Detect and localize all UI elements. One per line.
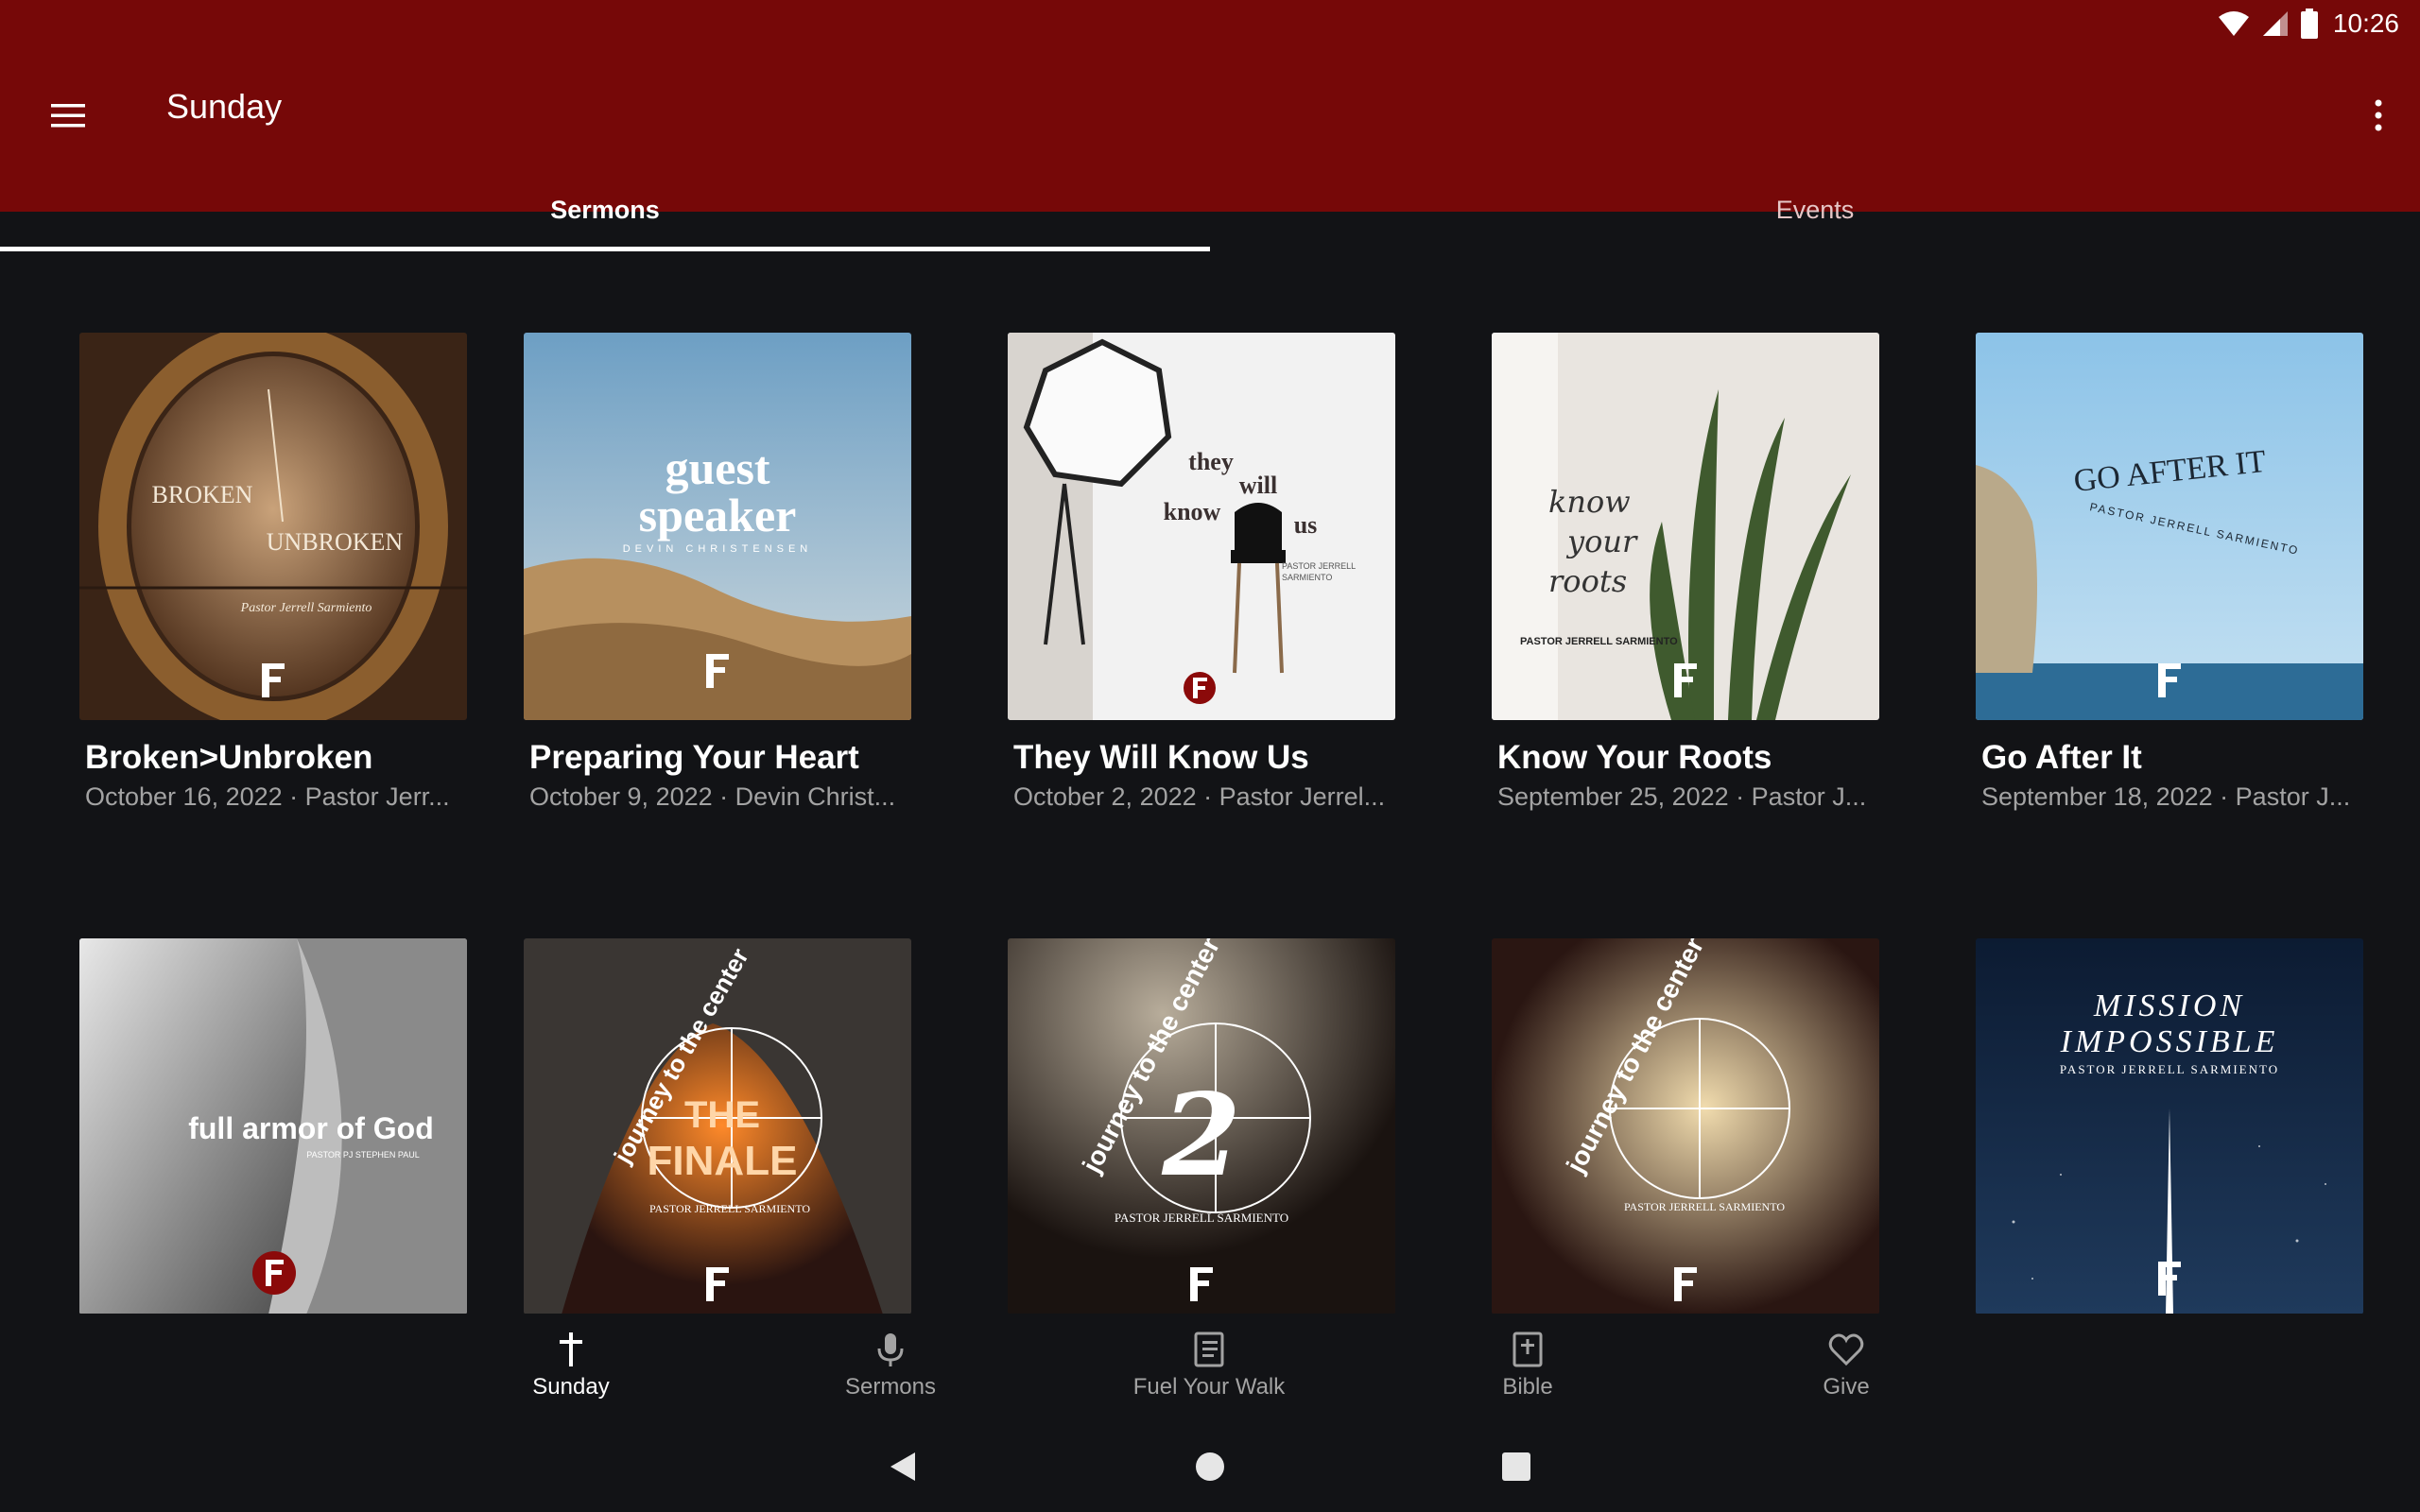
book-icon bbox=[1194, 1332, 1224, 1367]
sermon-artwork: know your roots PASTOR JERRELL SARMIENTO bbox=[1492, 333, 1879, 720]
sermon-card[interactable]: journey to the center THE FINALE PASTOR … bbox=[524, 938, 911, 1314]
art-text: PASTOR JERRELL SARMIENTO bbox=[1115, 1211, 1288, 1225]
sermon-card[interactable]: they will know us PASTOR JERRELL SARMIEN… bbox=[1008, 333, 1395, 812]
nav-label: Bible bbox=[1502, 1374, 1553, 1400]
heart-icon bbox=[1828, 1333, 1864, 1366]
art-text: roots bbox=[1548, 563, 1627, 599]
tab-indicator bbox=[0, 247, 1210, 251]
sermon-artwork: journey to the center THE FINALE PASTOR … bbox=[524, 938, 911, 1314]
battery-icon bbox=[2300, 9, 2318, 39]
art-text: PASTOR JERRELL SARMIENTO bbox=[1520, 636, 1678, 647]
app-bar: Sunday bbox=[0, 45, 2420, 212]
art-text: UNBROKEN bbox=[267, 528, 404, 556]
sermon-card[interactable]: journey to the center PASTOR JERRELL SAR… bbox=[1492, 938, 1879, 1314]
sermon-subtitle: October 16, 2022 · Pastor Jerr... bbox=[85, 782, 450, 811]
sermon-card[interactable]: MISSION IMPOSSIBLE PASTOR JERRELL SARMIE… bbox=[1976, 938, 2363, 1314]
page-title: Sunday bbox=[166, 87, 283, 126]
art-text: PASTOR JERRELL SARMIENTO bbox=[1624, 1200, 1785, 1213]
bible-icon bbox=[1512, 1332, 1543, 1367]
sermon-title: Broken>Unbroken bbox=[85, 739, 373, 776]
nav-item-fuel-your-walk[interactable]: Fuel Your Walk bbox=[1105, 1314, 1313, 1418]
sermon-artwork: GO AFTER IT PASTOR JERRELL SARMIENTO bbox=[1976, 333, 2363, 720]
menu-button[interactable] bbox=[36, 83, 100, 147]
sermon-title: They Will Know Us bbox=[1013, 739, 1309, 776]
nav-label: Sermons bbox=[844, 1374, 937, 1400]
art-text: us bbox=[1294, 511, 1318, 539]
cross-icon bbox=[560, 1332, 582, 1366]
sermon-subtitle: September 18, 2022 · Pastor J... bbox=[1981, 782, 2351, 811]
art-text: know bbox=[1548, 484, 1631, 520]
system-navigation-bar bbox=[0, 1418, 2420, 1512]
sermon-card[interactable]: GO AFTER IT PASTOR JERRELL SARMIENTO Go … bbox=[1976, 333, 2363, 812]
sermon-title: Go After It bbox=[1981, 739, 2142, 776]
sermon-artwork: journey to the center 2 PASTOR JERRELL S… bbox=[1008, 938, 1395, 1314]
nav-label: Sunday bbox=[532, 1374, 610, 1400]
art-text: full armor of God bbox=[188, 1111, 434, 1145]
sermon-card[interactable]: know your roots PASTOR JERRELL SARMIENTO… bbox=[1492, 333, 1879, 812]
sermon-artwork: full armor of God PASTOR PJ STEPHEN PAUL bbox=[79, 938, 467, 1314]
nav-item-sunday[interactable]: Sunday bbox=[467, 1314, 675, 1418]
status-bar: 10:26 bbox=[0, 0, 2420, 45]
church-logo-icon bbox=[1184, 672, 1216, 704]
art-text: BROKEN bbox=[152, 481, 253, 508]
art-text: your bbox=[1565, 524, 1638, 559]
art-text: PASTOR JERRELL SARMIENTO bbox=[649, 1202, 810, 1215]
art-text: 2 bbox=[1161, 1069, 1241, 1202]
sermon-card[interactable]: BROKEN UNBROKEN Pastor Jerrell Sarmiento… bbox=[79, 333, 467, 812]
sermon-card[interactable]: full armor of God PASTOR PJ STEPHEN PAUL bbox=[79, 938, 467, 1314]
sermon-title: Know Your Roots bbox=[1497, 739, 1772, 776]
church-logo-icon bbox=[252, 1251, 296, 1295]
more-vert-icon bbox=[2375, 99, 2382, 131]
art-text: know bbox=[1164, 498, 1221, 525]
art-text: THE bbox=[684, 1094, 760, 1136]
menu-icon bbox=[51, 104, 85, 128]
sermon-artwork: BROKEN UNBROKEN Pastor Jerrell Sarmiento bbox=[79, 333, 467, 720]
more-options-button[interactable] bbox=[2346, 83, 2411, 147]
status-time: 10:26 bbox=[2332, 9, 2399, 38]
sermon-subtitle: October 2, 2022 · Pastor Jerrel... bbox=[1013, 782, 1386, 811]
art-text: speaker bbox=[639, 489, 797, 541]
sermon-artwork: guest speaker DEVIN CHRISTENSEN bbox=[524, 333, 911, 720]
art-text: MISSION bbox=[2093, 988, 2245, 1023]
back-button[interactable] bbox=[874, 1438, 931, 1495]
cell-signal-icon bbox=[2262, 11, 2288, 36]
nav-item-sermons[interactable]: Sermons bbox=[786, 1314, 994, 1418]
sermon-artwork: they will know us PASTOR JERRELL SARMIEN… bbox=[1008, 333, 1395, 720]
sermon-artwork: MISSION IMPOSSIBLE PASTOR JERRELL SARMIE… bbox=[1976, 938, 2363, 1314]
bottom-navigation: Sunday Sermons Fuel Your Walk Bible Give bbox=[0, 1314, 2420, 1418]
art-text: PASTOR PJ STEPHEN PAUL bbox=[306, 1150, 420, 1160]
nav-label: Fuel Your Walk bbox=[1132, 1374, 1286, 1400]
back-icon bbox=[890, 1452, 915, 1481]
sermon-subtitle: October 9, 2022 · Devin Christ... bbox=[529, 782, 896, 811]
sermon-subtitle: September 25, 2022 · Pastor J... bbox=[1497, 782, 1867, 811]
art-text: PASTOR JERRELL SARMIENTO bbox=[2060, 1062, 2279, 1076]
sermon-artwork: journey to the center PASTOR JERRELL SAR… bbox=[1492, 938, 1879, 1314]
sermon-card[interactable]: journey to the center 2 PASTOR JERRELL S… bbox=[1008, 938, 1395, 1314]
sermon-card[interactable]: guest speaker DEVIN CHRISTENSEN Preparin… bbox=[524, 333, 911, 812]
art-text: will bbox=[1239, 472, 1277, 499]
home-icon bbox=[1196, 1452, 1224, 1481]
art-text: Pastor Jerrell Sarmiento bbox=[240, 601, 372, 615]
nav-label: Give bbox=[1823, 1374, 1870, 1400]
sermon-title: Preparing Your Heart bbox=[529, 739, 859, 776]
recents-icon bbox=[1502, 1452, 1530, 1481]
wifi-icon bbox=[2218, 11, 2249, 36]
tab-events[interactable]: Events bbox=[1210, 191, 2420, 259]
recents-button[interactable] bbox=[1488, 1438, 1545, 1495]
art-text: IMPOSSIBLE bbox=[2060, 1024, 2279, 1059]
art-text: FINALE bbox=[648, 1138, 798, 1184]
status-icons: 10:26 bbox=[2218, 8, 2399, 40]
nav-item-give[interactable]: Give bbox=[1742, 1314, 1950, 1418]
microphone-icon bbox=[877, 1333, 904, 1366]
art-text: DEVIN CHRISTENSEN bbox=[623, 543, 813, 555]
art-text: SARMIENTO bbox=[1282, 573, 1332, 582]
home-button[interactable] bbox=[1182, 1438, 1238, 1495]
art-text: guest bbox=[665, 441, 769, 494]
nav-item-bible[interactable]: Bible bbox=[1424, 1314, 1632, 1418]
art-text: they bbox=[1188, 448, 1234, 475]
art-text: PASTOR JERRELL bbox=[1282, 561, 1356, 571]
